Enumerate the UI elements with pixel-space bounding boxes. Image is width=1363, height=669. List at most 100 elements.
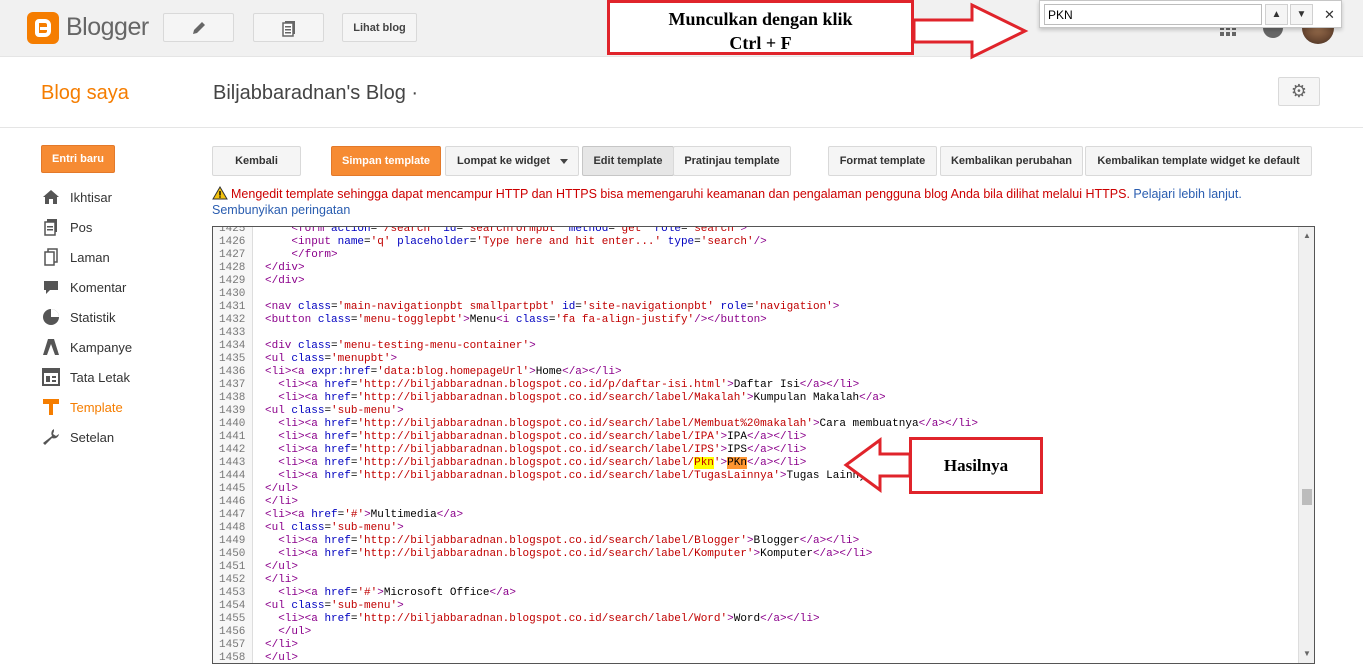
blogger-logo-icon[interactable] [27,12,59,44]
code-text: <button class='menu-togglepbt'>Menu<i cl… [265,314,767,326]
code-line: 1437 <li><a href='http://biljabbaradnan.… [213,379,1298,392]
code-text: <li><a href='http://biljabbaradnan.blogs… [278,470,873,482]
code-text: <li><a href='http://biljabbaradnan.blogs… [278,535,860,547]
adwords-icon [40,338,62,356]
code-text: </div> [265,262,305,274]
blog-title-dropdown[interactable]: Biljabbaradnan's Blog · [213,82,418,105]
code-line: 1446 </li> [213,496,1298,509]
hide-warning-link[interactable]: Sembunyikan peringatan [212,203,350,217]
warning-icon [212,186,228,200]
line-number: 1455 [219,613,246,625]
new-post-pencil-button[interactable] [163,13,234,42]
jump-to-widget-label: Lompat ke widget [457,155,550,167]
line-number: 1436 [219,366,246,378]
caret-down-icon [560,159,568,164]
revert-changes-button[interactable]: Kembalikan perubahan [940,146,1083,176]
chevron-down-icon: ▼ [1296,9,1307,20]
jump-to-widget-dropdown[interactable]: Lompat ke widget [445,146,579,176]
find-next-button[interactable]: ▼ [1290,4,1313,25]
sidebar-item-campaigns[interactable]: Kampanye [40,335,132,359]
code-line: 1444 <li><a href='http://biljabbaradnan.… [213,470,1298,483]
code-text: </li> [265,639,299,651]
vertical-scrollbar[interactable]: ▲ ▼ [1298,227,1314,663]
code-line: 1450 <li><a href='http://biljabbaradnan.… [213,548,1298,561]
line-number: 1430 [219,288,246,300]
code-text: <ul class='sub-menu'> [265,405,404,417]
close-icon: ✕ [1324,6,1335,22]
blog-title: Biljabbaradnan's Blog [213,82,406,104]
find-close-button[interactable]: ✕ [1318,4,1341,25]
find-previous-button[interactable]: ▲ [1265,4,1288,25]
view-blog-button[interactable]: Lihat blog [342,13,417,42]
line-number: 1454 [219,600,246,612]
scrollbar-thumb[interactable] [1302,489,1312,505]
code-line: 1443 <li><a href='http://biljabbaradnan.… [213,457,1298,470]
code-text: <ul class='sub-menu'> [265,522,404,534]
line-number: 1452 [219,574,246,586]
reset-widget-templates-button[interactable]: Kembalikan template widget ke default [1085,146,1312,176]
scroll-down-arrow-icon[interactable]: ▼ [1302,649,1312,659]
blog-title-suffix: · [411,82,419,104]
code-text: <li><a href='http://biljabbaradnan.blogs… [278,444,807,456]
posts-list-button[interactable] [253,13,324,42]
code-text: <li><a href='#'>Microsoft Office</a> [278,587,516,599]
code-text: <li><a expr:href='data:blog.homepageUrl'… [265,366,622,378]
sidebar-item-template[interactable]: Template [40,395,123,419]
search-match-current: PKn [727,457,747,469]
sidebar-item-stats[interactable]: Statistik [40,305,116,329]
line-number: 1443 [219,457,246,469]
line-number: 1433 [219,327,246,339]
comment-icon [40,278,62,296]
annotation-open-with-ctrl-f: Munculkan dengan klik Ctrl + F [607,0,914,55]
scroll-up-arrow-icon[interactable]: ▲ [1302,231,1312,241]
code-text: <nav class='main-navigationpbt smallpart… [265,301,840,313]
edit-template-tab[interactable]: Edit template [582,146,674,176]
code-text: <li><a href='http://biljabbaradnan.blogs… [278,418,979,430]
sidebar-item-overview[interactable]: Ikhtisar [40,185,112,209]
sidebar-item-pages[interactable]: Laman [40,245,110,269]
sidebar-item-label: Template [70,399,123,415]
code-lines: 1425 <form action='/search' id='searchfo… [213,227,1298,663]
new-post-button[interactable]: Entri baru [41,145,115,173]
code-text: <li><a href='http://biljabbaradnan.blogs… [278,379,860,391]
sidebar-item-label: Kampanye [70,339,133,355]
sidebar-item-layout[interactable]: Tata Letak [40,365,130,389]
code-line: 1430 [213,288,1298,301]
save-template-button[interactable]: Simpan template [331,146,441,176]
code-line: 1427 </form> [213,249,1298,262]
code-text: <li><a href='http://biljabbaradnan.blogs… [278,457,807,469]
code-text: </div> [265,275,305,287]
code-line: 1431 <nav class='main-navigationpbt small… [213,301,1298,314]
code-text: <div class='menu-testing-menu-container'… [265,340,536,352]
sidebar-item-label: Laman [70,249,110,265]
code-text: <li><a href='http://biljabbaradnan.blogs… [278,548,873,560]
line-number: 1457 [219,639,246,651]
sidebar-item-settings[interactable]: Setelan [40,425,114,449]
wrench-icon [40,428,62,446]
learn-more-link[interactable]: Pelajari lebih lanjut. [1133,187,1241,201]
back-button[interactable]: Kembali [212,146,301,176]
code-text: </form> [291,249,338,261]
sidebar-item-comments[interactable]: Komentar [40,275,126,299]
code-text: <ul class='menupbt'> [265,353,398,365]
documents-icon [281,20,295,37]
preview-template-tab[interactable]: Pratinjau template [673,146,791,176]
code-line: 1435 <ul class='menupbt'> [213,353,1298,366]
line-number: 1451 [219,561,246,573]
code-line: 1433 [213,327,1298,340]
sidebar-item-posts[interactable]: Pos [40,215,92,239]
code-line: 1453 <li><a href='#'>Microsoft Office</a… [213,587,1298,600]
code-text: <li><a href='http://biljabbaradnan.blogs… [278,392,886,404]
sidebar-item-label: Statistik [70,309,116,325]
code-line: 1458 </ul> [213,652,1298,663]
brand-name[interactable]: Blogger [66,13,149,42]
my-blogs-link[interactable]: Blog saya [41,82,129,105]
annotation-arrow-left-icon [843,437,912,493]
annotation-result-label: Hasilnya [943,456,1009,475]
format-template-button[interactable]: Format template [828,146,937,176]
code-line: 1434 <div class='menu-testing-menu-contai… [213,340,1298,353]
settings-button[interactable]: ⚙ [1278,77,1320,106]
template-code-editor[interactable]: 1425 <form action='/search' id='searchfo… [212,226,1315,664]
code-text: </ul> [265,483,299,495]
